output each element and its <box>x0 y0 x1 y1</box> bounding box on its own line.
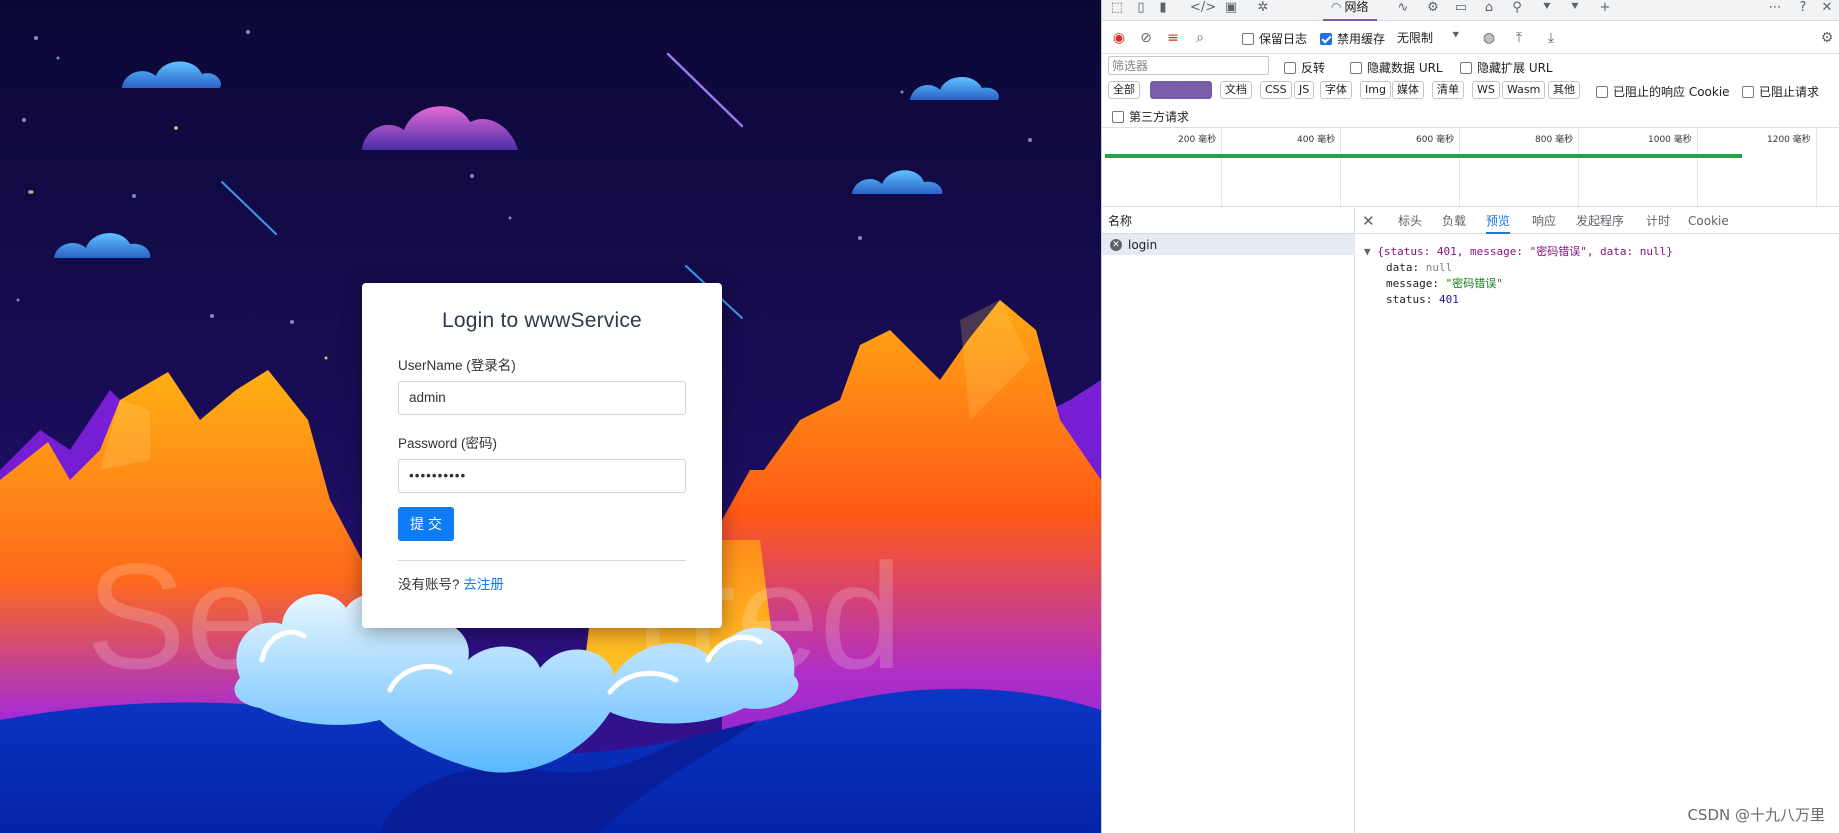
requests-list: 名称 ✕ login <box>1102 208 1355 833</box>
filter-input[interactable]: 筛选器 <box>1108 56 1269 75</box>
wifi-icon: ◠ <box>1331 0 1342 14</box>
login-card: Login to wwwService UserName (登录名) admin… <box>362 283 722 628</box>
hide-data-urls-checkbox[interactable]: 隐藏数据 URL <box>1350 59 1443 76</box>
timeline-tick: 400 毫秒 <box>1297 128 1341 208</box>
elements-panel-icon[interactable]: </> <box>1190 1 1216 17</box>
type-filter-ws[interactable]: WS <box>1472 81 1500 99</box>
throttle-select[interactable]: 无限制 <box>1397 29 1433 46</box>
login-title: Login to wwwService <box>442 309 642 332</box>
timeline-tick: 200 毫秒 <box>1178 128 1222 208</box>
timeline-tick: 1000 毫秒 <box>1648 128 1698 208</box>
blocked-cookies-checkbox[interactable]: 已阻止的响应 Cookie <box>1596 83 1730 100</box>
request-timing-bar <box>1105 154 1742 158</box>
record-stop-icon[interactable]: ◉ <box>1110 29 1128 47</box>
type-filter-css[interactable]: CSS <box>1260 81 1292 99</box>
type-filter-doc[interactable]: 文档 <box>1220 81 1252 99</box>
more-options-icon[interactable]: ⋯ <box>1766 1 1784 17</box>
network-toolbar: ◉ ⊘ ≡ ⌕ 保留日志 禁用缓存 ◍ ⤒ ⤓ ⚙ <box>1102 22 1839 54</box>
performance-panel-icon[interactable]: ∿ <box>1394 1 1412 17</box>
filter-bar: 筛选器 反转 隐藏数据 URL 隐藏扩展 URL <box>1102 54 1839 78</box>
filter-toggle-icon[interactable]: ≡ <box>1164 29 1182 47</box>
device-icon[interactable]: ▮ <box>1154 1 1172 17</box>
preview-row-message: message: "密码错误" <box>1386 277 1503 290</box>
preserve-log-checkbox[interactable]: 保留日志 <box>1242 30 1307 47</box>
console-panel-icon[interactable]: ▣ <box>1222 1 1240 17</box>
register-link[interactable]: 去注册 <box>463 577 504 592</box>
third-party-checkbox[interactable]: 第三方请求 <box>1112 108 1189 125</box>
preview-row-status: status: 401 <box>1386 293 1459 306</box>
network-settings-icon[interactable]: ⚙ <box>1818 29 1836 47</box>
response-preview: ▼ {status: 401, message: "密码错误", data: n… <box>1364 244 1673 308</box>
type-filter-manifest[interactable]: 清单 <box>1432 81 1464 99</box>
type-filter-other[interactable]: 其他 <box>1548 81 1580 99</box>
tab-response[interactable]: 响应 <box>1532 208 1556 234</box>
login-page: Se rred Login to wwwService UserName (登录… <box>0 0 1101 833</box>
type-filter-js[interactable]: JS <box>1294 81 1315 99</box>
timeline-tick: 600 毫秒 <box>1416 128 1460 208</box>
tab-timing[interactable]: 计时 <box>1646 208 1670 234</box>
type-filter-wasm[interactable]: Wasm <box>1502 81 1546 99</box>
blocked-requests-checkbox[interactable]: 已阻止请求 <box>1742 83 1819 100</box>
devtools-panel: ⬚ ▯ ▮ </> ▣ ✲ ◠ 网络 ∿ ⚙ ▭ ⌂ ⚲ ⯆ ⯆ + ⋯ ? ✕ … <box>1101 0 1839 833</box>
more-tools-icon[interactable]: ⯆ <box>1538 1 1556 17</box>
password-label: Password (密码) <box>398 436 498 451</box>
no-account-text: 没有账号? <box>398 577 460 592</box>
type-filter-fetch-xhr[interactable]: Fetch/XHR <box>1150 81 1212 99</box>
network-conditions-icon[interactable]: ◍ <box>1480 29 1498 47</box>
type-filter-media[interactable]: 媒体 <box>1392 81 1424 99</box>
request-detail-pane: ✕ 标头 负载 预览 响应 发起程序 计时 Cookie ▼ {status: … <box>1356 208 1839 833</box>
device-toolbar-icon[interactable]: ▯ <box>1132 1 1150 17</box>
close-devtools-icon[interactable]: ✕ <box>1818 1 1836 17</box>
search-icon[interactable]: ⌕ <box>1191 29 1209 47</box>
tab-preview[interactable]: 预览 <box>1486 208 1511 234</box>
add-panel-icon[interactable]: + <box>1596 1 1614 17</box>
tab-cookies[interactable]: Cookie <box>1688 208 1729 234</box>
expand-triangle-icon[interactable]: ▼ <box>1364 245 1377 258</box>
request-name: login <box>1128 237 1158 252</box>
name-column-header[interactable]: 名称 <box>1102 208 1355 234</box>
hide-extension-urls-checkbox[interactable]: 隐藏扩展 URL <box>1460 59 1553 76</box>
preview-summary-row[interactable]: ▼ {status: 401, message: "密码错误", data: n… <box>1364 244 1673 260</box>
devtools-tabbar: ⬚ ▯ ▮ </> ▣ ✲ ◠ 网络 ∿ ⚙ ▭ ⌂ ⚲ ⯆ ⯆ + ⋯ ? ✕ <box>1102 0 1839 21</box>
preview-row-data: data: null <box>1386 261 1453 274</box>
watermark: CSDN @十九八万里 <box>1687 806 1825 824</box>
invert-checkbox[interactable]: 反转 <box>1284 59 1325 76</box>
request-row[interactable]: ✕ login <box>1102 234 1355 255</box>
submit-button[interactable]: 提 交 <box>398 507 454 541</box>
detail-tabbar: ✕ 标头 负载 预览 响应 发起程序 计时 Cookie <box>1356 208 1839 234</box>
extensions-icon[interactable]: ⯆ <box>1566 1 1584 17</box>
application-panel-icon[interactable]: ▭ <box>1452 1 1470 17</box>
type-filter-font[interactable]: 字体 <box>1320 81 1352 99</box>
username-input[interactable]: admin <box>398 381 686 415</box>
clear-icon[interactable]: ⊘ <box>1137 29 1155 47</box>
type-filter-all[interactable]: 全部 <box>1108 81 1140 99</box>
import-har-icon[interactable]: ⤒ <box>1510 29 1528 47</box>
tab-payload[interactable]: 负载 <box>1442 208 1466 234</box>
sources-panel-icon[interactable]: ✲ <box>1254 1 1272 17</box>
card-divider <box>398 560 686 561</box>
memory-panel-icon[interactable]: ⚙ <box>1424 1 1442 17</box>
close-icon[interactable]: ✕ <box>1362 212 1375 230</box>
help-icon[interactable]: ? <box>1794 1 1812 17</box>
type-filter-img[interactable]: Img <box>1360 81 1391 99</box>
tab-network[interactable]: ◠ 网络 <box>1323 0 1377 21</box>
register-row: 没有账号? 去注册 <box>398 573 686 593</box>
error-icon: ✕ <box>1110 238 1122 251</box>
resource-type-bar: 全部 Fetch/XHR 文档 CSS JS 字体 Img 媒体 清单 WS W… <box>1102 79 1839 101</box>
network-timeline: 200 毫秒 400 毫秒 600 毫秒 800 毫秒 1000 毫秒 1200… <box>1102 127 1839 208</box>
lighthouse-panel-icon[interactable]: ⌂ <box>1480 1 1498 17</box>
tab-initiator[interactable]: 发起程序 <box>1576 208 1624 234</box>
chevron-down-icon[interactable]: ⯆ <box>1451 28 1461 43</box>
tab-headers[interactable]: 标头 <box>1398 208 1422 234</box>
recorder-panel-icon[interactable]: ⚲ <box>1508 1 1526 17</box>
timeline-tick: 1200 毫秒 <box>1767 128 1817 208</box>
export-har-icon[interactable]: ⤓ <box>1542 29 1560 47</box>
disable-cache-checkbox[interactable]: 禁用缓存 <box>1320 30 1385 47</box>
username-label: UserName (登录名) <box>398 358 516 373</box>
password-input[interactable]: •••••••••• <box>398 459 686 493</box>
timeline-tick: 800 毫秒 <box>1535 128 1579 208</box>
inspect-element-icon[interactable]: ⬚ <box>1108 1 1126 17</box>
